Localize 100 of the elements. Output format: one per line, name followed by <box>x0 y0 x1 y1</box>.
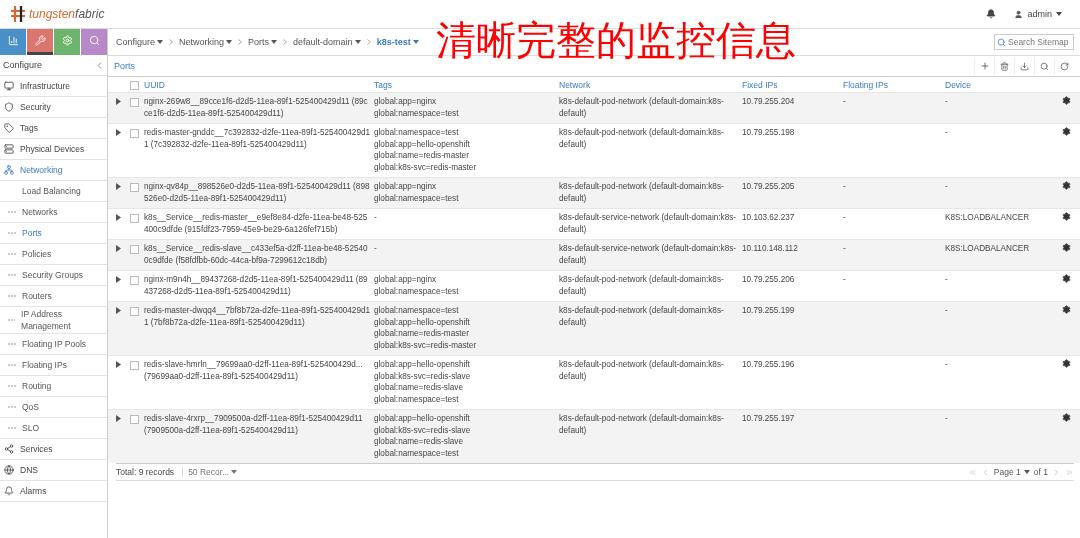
table-cell: 10.110.148.112 <box>742 244 798 253</box>
bell-icon[interactable] <box>986 9 997 19</box>
refresh-icon <box>1060 61 1069 71</box>
tag-text: global:app=nginx <box>374 182 437 191</box>
settings-icon[interactable] <box>1062 96 1071 105</box>
select-all-checkbox[interactable] <box>130 81 139 90</box>
row-checkbox[interactable] <box>130 98 139 107</box>
breadcrumb-item[interactable]: k8s-test <box>376 37 419 47</box>
breadcrumb-item[interactable]: Configure <box>116 37 164 47</box>
search-field[interactable]: Search Sitemap <box>994 34 1074 50</box>
sidebar-subitem[interactable]: SLO <box>0 418 107 439</box>
sidebar-subitem[interactable]: Security Groups <box>0 265 107 286</box>
row-checkbox[interactable] <box>130 415 139 424</box>
settings-icon[interactable] <box>1062 243 1071 252</box>
sidebar-item[interactable]: DNS <box>0 460 107 481</box>
sidebar-item[interactable]: Networking <box>0 160 107 181</box>
column-header[interactable]: Floating IPs <box>843 79 888 90</box>
row-checkbox[interactable] <box>130 245 139 254</box>
tag-text: global:namespace=test <box>374 286 459 296</box>
server-icon <box>4 144 14 154</box>
expand-icon[interactable] <box>116 245 121 252</box>
page-dropdown[interactable]: Page 1 <box>993 467 1030 477</box>
sidebar-item[interactable]: Infrastructure <box>0 76 107 97</box>
expand-icon[interactable] <box>116 307 121 314</box>
table-cell: 10.79.255.206 <box>742 275 795 284</box>
sidebar-subitem[interactable]: Floating IPs <box>0 355 107 376</box>
tag-text: global:name=redis-master <box>374 151 469 160</box>
logo-text: tungstenfabric <box>29 7 105 21</box>
settings-icon[interactable] <box>1062 359 1071 368</box>
expand-icon[interactable] <box>116 214 121 221</box>
breadcrumb-item[interactable]: Ports <box>248 37 278 47</box>
expand-icon[interactable] <box>116 98 121 105</box>
expand-icon[interactable] <box>116 361 121 368</box>
sidebar-subitem[interactable]: Policies <box>0 244 107 265</box>
tag-text: global:k8s-svc=redis-master <box>374 162 477 172</box>
next-page-icon[interactable] <box>1052 467 1061 477</box>
table-cell: k8s-default-pod-network (default-domain:k8s-default) <box>559 182 724 203</box>
table-cell: nginx-m9n4h__89437268-d2d5-11ea-89f1-525400429d11 (89437268-d2d5-11ea-89f1-525400429d11) <box>144 275 368 296</box>
page-size-dropdown[interactable]: 50 Recor... <box>182 467 238 477</box>
row-checkbox[interactable] <box>130 361 139 370</box>
chevron-icon <box>283 39 288 45</box>
settings-icon[interactable] <box>1062 181 1071 190</box>
sidebar-subitem[interactable]: Load Balancing <box>0 181 107 202</box>
settings-icon[interactable] <box>1062 413 1071 422</box>
row-checkbox[interactable] <box>130 214 139 223</box>
sidebar-subitem[interactable]: Routing <box>0 376 107 397</box>
row-checkbox[interactable] <box>130 183 139 192</box>
table-cell: k8s__Service__redis-master__e9ef8e84-d2fe-11ea-be48-525400c9dfde (915fdf23-7959-45e9-be29-6a126fef715b) <box>144 213 368 234</box>
table-cell: - <box>945 414 948 423</box>
sidebar-item[interactable]: Tags <box>0 118 107 139</box>
trash-icon <box>1000 61 1009 71</box>
table-cell: redis-master-dwqq4__7bf8b72a-d2fe-11ea-89f1-525400429d11 (7bf8b72a-d2fe-11ea-89f1-525400429d11) <box>144 306 371 327</box>
column-header[interactable]: UUID <box>144 79 165 90</box>
sidebar-tab[interactable] <box>27 29 53 55</box>
sidebar-subitem[interactable]: QoS <box>0 397 107 418</box>
bell-icon <box>4 486 14 496</box>
breadcrumb-item[interactable]: default-domain <box>293 37 361 47</box>
table-cell: - <box>843 244 846 253</box>
column-header[interactable]: Network <box>559 79 591 90</box>
download-icon <box>1020 61 1029 71</box>
expand-icon[interactable] <box>116 183 121 190</box>
expand-icon[interactable] <box>116 129 121 136</box>
sidebar-tab[interactable] <box>0 29 26 55</box>
sidebar-subitem[interactable]: Floating IP Pools <box>0 334 107 355</box>
settings-icon[interactable] <box>1062 305 1071 314</box>
total-records: Total: 9 records <box>116 467 175 477</box>
sidebar-subitem[interactable]: Routers <box>0 286 107 307</box>
table-cell: redis-slave-4rxrp__7909500a-d2ff-11ea-89f1-525400429d11 (7909500a-d2ff-11ea-89f1-525400429d11) <box>144 414 363 435</box>
row-checkbox[interactable] <box>130 307 139 316</box>
sidebar-subitem[interactable]: Ports <box>0 223 107 244</box>
table-cell: 10.79.255.205 <box>742 182 795 191</box>
sidebar-item[interactable]: Services <box>0 439 107 460</box>
table-cell: - <box>843 182 846 191</box>
user-menu[interactable]: admin <box>1006 9 1070 19</box>
page-count: of 1 <box>1033 467 1048 477</box>
tag-text: - <box>374 244 377 253</box>
settings-icon[interactable] <box>1062 274 1071 283</box>
table-cell: k8s-default-service-network (default-domain:k8s-default) <box>559 244 736 265</box>
chart-icon <box>7 35 19 46</box>
settings-icon[interactable] <box>1062 127 1071 136</box>
sidebar-item[interactable]: Security <box>0 97 107 118</box>
sidebar-item[interactable]: Alarms <box>0 481 107 502</box>
breadcrumb-item[interactable]: Networking <box>179 37 233 47</box>
column-header[interactable]: Tags <box>374 79 392 90</box>
settings-icon[interactable] <box>1062 212 1071 221</box>
table-cell: k8s-default-pod-network (default-domain:k8s-default) <box>559 97 724 118</box>
sidebar-item[interactable]: Physical Devices <box>0 139 107 160</box>
sidebar-subitem[interactable]: IP Address Management <box>0 307 107 334</box>
gear-icon <box>61 35 73 46</box>
sidebar-subitem[interactable]: Networks <box>0 202 107 223</box>
column-header[interactable]: Device <box>945 79 971 90</box>
column-header[interactable]: Fixed IPs <box>742 79 778 90</box>
expand-icon[interactable] <box>116 276 121 283</box>
row-checkbox[interactable] <box>130 129 139 138</box>
expand-icon[interactable] <box>116 415 121 422</box>
dash-icon <box>8 253 16 255</box>
row-checkbox[interactable] <box>130 276 139 285</box>
table-cell: k8s-default-pod-network (default-domain:k8s-default) <box>559 275 724 296</box>
last-page-icon[interactable] <box>1065 467 1074 477</box>
table-cell: redis-master-gnddc__7c392832-d2fe-11ea-89f1-525400429d11 (7c392832-d2fe-11ea-89f1-525400429d11) <box>144 128 371 149</box>
